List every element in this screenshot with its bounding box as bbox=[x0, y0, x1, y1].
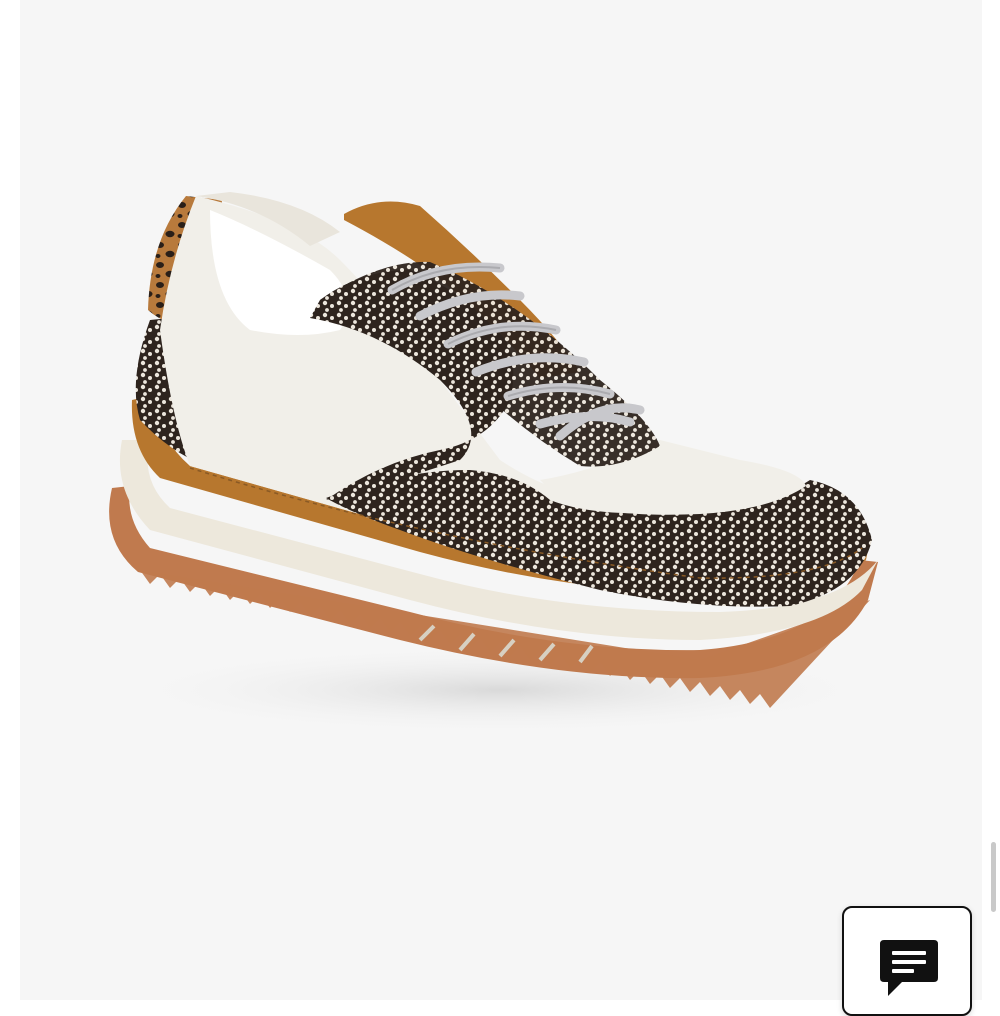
chat-message-icon bbox=[880, 940, 938, 996]
scrollbar-track[interactable] bbox=[986, 0, 1000, 1000]
viewport bbox=[0, 0, 1000, 1016]
product-image bbox=[109, 192, 890, 735]
scrollbar-thumb[interactable] bbox=[991, 842, 996, 912]
